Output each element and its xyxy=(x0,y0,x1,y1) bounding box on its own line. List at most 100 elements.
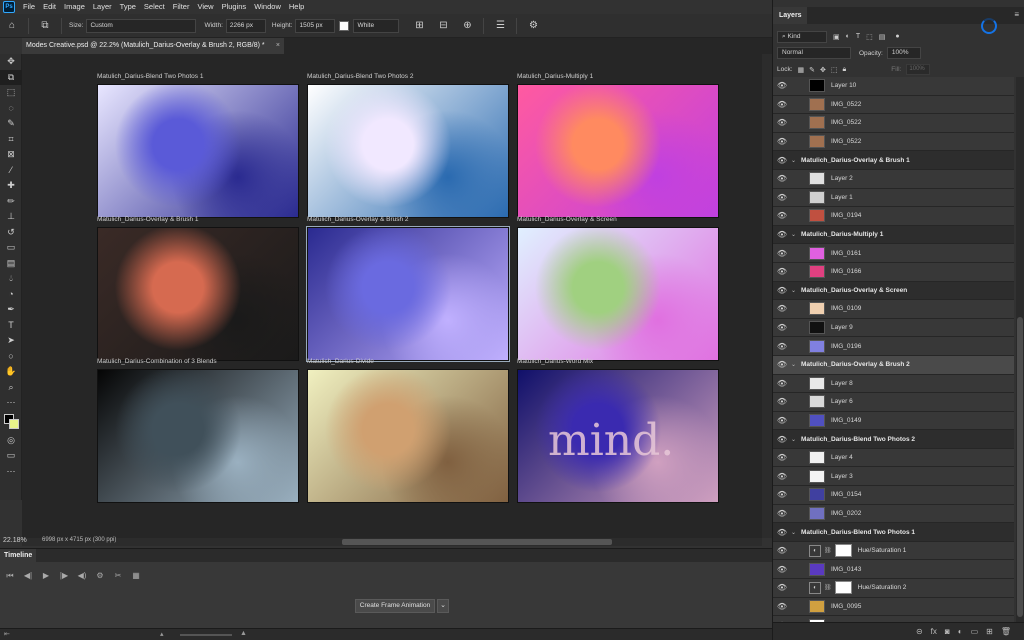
layer-group-row[interactable]: 👁︎ ⌄ Matulich_Darius-Overlay & Brush 2 xyxy=(773,355,1014,375)
layer-thumbnail[interactable] xyxy=(809,451,825,465)
edit-toolbar-icon[interactable]: ⋯ xyxy=(0,464,22,480)
document-dimensions[interactable]: 6998 px x 4715 px (300 ppi) xyxy=(42,537,116,543)
visibility-eye-icon[interactable]: 👁︎ xyxy=(773,230,791,239)
visibility-eye-icon[interactable]: 👁︎ xyxy=(773,583,791,592)
play-icon[interactable]: ▶ xyxy=(40,571,52,581)
new-layer-icon[interactable]: ⊞ xyxy=(986,627,993,636)
quick-mask-icon[interactable]: ◎ xyxy=(0,433,22,449)
artboard-label[interactable]: Matulich_Darius-Divide xyxy=(307,358,374,365)
visibility-eye-icon[interactable]: 👁︎ xyxy=(773,286,791,295)
menu-item-file[interactable]: File xyxy=(19,0,39,14)
horizontal-scrollbar[interactable] xyxy=(22,538,762,546)
layer-thumbnail[interactable] xyxy=(809,302,825,316)
adjustment-icon[interactable]: ◐ xyxy=(958,627,963,636)
canvas[interactable]: Matulich_Darius-Blend Two Photos 1 Matuli… xyxy=(22,54,762,538)
layer-row[interactable]: 👁︎ IMG_0522 xyxy=(773,132,1014,152)
layer-row[interactable]: 👁︎ ◐ ⛓ Hue/Saturation 1 xyxy=(773,541,1014,561)
visibility-eye-icon[interactable]: 👁︎ xyxy=(773,565,791,574)
visibility-eye-icon[interactable]: 👁︎ xyxy=(773,81,791,90)
size-select[interactable]: Custom xyxy=(86,18,197,33)
layer-group-row[interactable]: 👁︎ ⌄ Matulich_Darius-Multiply 1 xyxy=(773,225,1014,245)
height-field[interactable]: 1505 px xyxy=(295,18,336,33)
layer-row[interactable]: 👁︎ Layer 8 xyxy=(773,374,1014,394)
artboard-image[interactable] xyxy=(97,227,299,361)
timeline-tab[interactable]: Timeline xyxy=(0,549,36,563)
link-icon[interactable]: ⛓ xyxy=(824,547,832,554)
layer-thumbnail[interactable] xyxy=(809,488,825,502)
hand-tool-icon[interactable]: ✋ xyxy=(0,364,22,380)
artboard-image[interactable] xyxy=(517,227,719,361)
fx-icon[interactable]: fx xyxy=(931,627,937,636)
visibility-eye-icon[interactable]: 👁︎ xyxy=(773,249,791,258)
layer-row[interactable]: 👁︎ IMG_0154 xyxy=(773,486,1014,505)
frame-tool-icon[interactable]: ⊠ xyxy=(0,147,22,163)
visibility-eye-icon[interactable]: 👁︎ xyxy=(773,304,791,313)
visibility-eye-icon[interactable]: 👁︎ xyxy=(773,528,791,537)
split-icon[interactable]: ✂ xyxy=(112,571,124,581)
opacity-field[interactable]: 100% xyxy=(886,47,921,59)
folder-icon[interactable]: ▭ xyxy=(971,627,979,636)
chevron-down-icon[interactable]: ⌄ xyxy=(791,361,799,368)
filter-smart-object-icon[interactable]: ▤ xyxy=(879,33,886,41)
visibility-eye-icon[interactable]: 👁︎ xyxy=(773,379,791,388)
filter-pixel-icon[interactable]: ▣ xyxy=(833,33,840,41)
filter-type-icon[interactable]: T xyxy=(856,33,860,40)
visibility-eye-icon[interactable]: 👁︎ xyxy=(773,174,791,183)
layer-row[interactable]: 👁︎ IMG_0196 xyxy=(773,337,1014,356)
visibility-eye-icon[interactable]: 👁︎ xyxy=(773,435,791,444)
visibility-eye-icon[interactable]: 👁︎ xyxy=(773,267,791,276)
lock-position-icon[interactable]: ✥ xyxy=(820,66,826,74)
type-tool-icon[interactable]: T xyxy=(0,318,22,334)
chevron-down-icon[interactable]: ⌄ xyxy=(791,287,799,294)
layer-row[interactable]: 👁︎ IMG_0161 xyxy=(773,244,1014,263)
menu-item-select[interactable]: Select xyxy=(140,0,169,14)
healing-brush-icon[interactable]: ✚ xyxy=(0,178,22,194)
layer-thumbnail[interactable] xyxy=(809,135,825,149)
layer-row[interactable]: 👁︎ Layer 1 xyxy=(773,188,1014,208)
zoom-tool-icon[interactable]: ⌕ xyxy=(0,380,22,396)
layer-row[interactable]: 👁︎ Layer 2 xyxy=(773,169,1014,189)
make-portrait-icon[interactable]: ⊞ xyxy=(411,18,427,34)
layer-row[interactable]: 👁︎ IMG_0522 xyxy=(773,95,1014,115)
layer-thumbnail[interactable] xyxy=(809,562,825,576)
gradient-tool-icon[interactable]: ▤ xyxy=(0,256,22,272)
hue-saturation-icon[interactable]: ◐ xyxy=(809,581,821,594)
filter-adjustment-icon[interactable]: ◐ xyxy=(846,33,850,40)
settings-gear-icon[interactable]: ⚙ xyxy=(525,18,541,34)
audio-icon[interactable]: ◀) xyxy=(76,571,88,581)
layer-thumbnail[interactable] xyxy=(809,265,825,279)
layer-row[interactable]: 👁︎ IMG_0194 xyxy=(773,207,1014,226)
layer-row[interactable]: 👁︎ IMG_0149 xyxy=(773,411,1014,431)
color-swatches[interactable] xyxy=(0,411,22,433)
next-frame-icon[interactable]: |▶ xyxy=(58,571,70,581)
menu-item-edit[interactable]: Edit xyxy=(39,0,60,14)
marquee-tool-icon[interactable]: ⬚ xyxy=(0,85,22,101)
history-brush-icon[interactable]: ↺ xyxy=(0,225,22,241)
panel-menu-icon[interactable]: ≡ xyxy=(1014,10,1019,19)
artboard-tool-icon[interactable]: ⧉ xyxy=(37,18,53,34)
blend-mode-select[interactable]: Normal xyxy=(777,47,851,59)
trash-icon[interactable]: 🗑︎ xyxy=(1001,627,1011,636)
color-select[interactable]: White xyxy=(353,18,400,33)
layer-row[interactable]: 👁︎ Layer 4 xyxy=(773,448,1014,468)
eyedropper-icon[interactable]: ⁄ xyxy=(0,163,22,179)
prev-frame-icon[interactable]: ◀| xyxy=(22,571,34,581)
artboard-image[interactable] xyxy=(97,84,299,218)
menu-item-type[interactable]: Type xyxy=(116,0,140,14)
layer-thumbnail[interactable] xyxy=(809,376,825,390)
chevron-down-icon[interactable]: ⌄ xyxy=(437,599,449,613)
visibility-eye-icon[interactable]: 👁︎ xyxy=(773,546,791,555)
layer-row[interactable]: 👁︎ IMG_0095 xyxy=(773,597,1014,617)
artboard-image[interactable] xyxy=(307,84,509,218)
layer-row[interactable]: 👁︎ ◐ ⛓ Hue/Saturation 2 xyxy=(773,579,1014,598)
menu-item-plugins[interactable]: Plugins xyxy=(218,0,251,14)
layer-thumbnail[interactable] xyxy=(809,97,825,111)
artboard-image[interactable] xyxy=(307,369,509,503)
menu-item-help[interactable]: Help xyxy=(285,0,308,14)
path-select-icon[interactable]: ➤ xyxy=(0,333,22,349)
artboard-label[interactable]: Matulich_Darius-Overlay & Brush 2 xyxy=(307,216,409,223)
eraser-icon[interactable]: ▭ xyxy=(0,240,22,256)
layer-thumbnail[interactable] xyxy=(809,116,825,130)
menu-item-layer[interactable]: Layer xyxy=(89,0,116,14)
menu-item-window[interactable]: Window xyxy=(250,0,285,14)
